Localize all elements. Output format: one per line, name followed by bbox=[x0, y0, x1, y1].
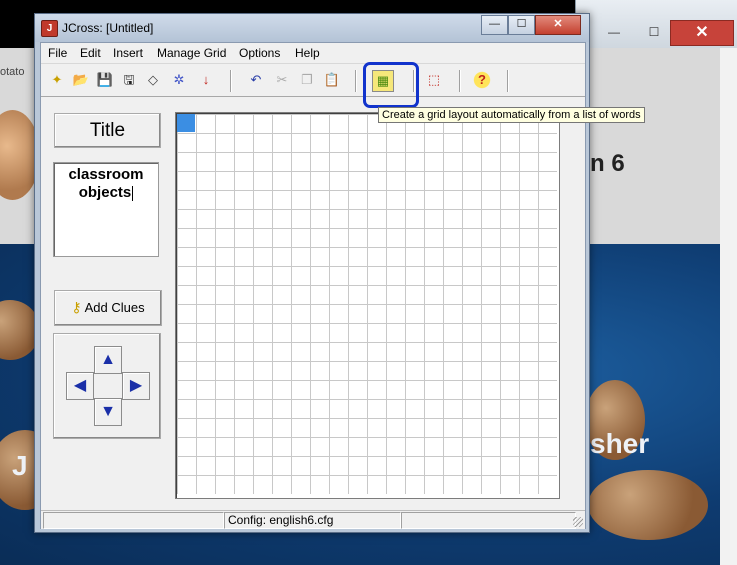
minimize-button[interactable]: — bbox=[481, 15, 508, 35]
hot-potatoes-icon[interactable]: ⬚ bbox=[424, 70, 444, 90]
background-right-edge bbox=[720, 48, 737, 565]
title-text-line: objects bbox=[54, 184, 158, 202]
title-text-line-2: objects bbox=[78, 184, 132, 201]
menu-manage-grid[interactable]: Manage Grid bbox=[157, 46, 226, 60]
background-faded-text: n 6 bbox=[590, 150, 625, 177]
add-clues-button[interactable]: ⚷ Add Clues bbox=[54, 290, 162, 326]
window-titlebar[interactable]: J JCross: [Untitled] — ☐ ✕ bbox=[35, 14, 589, 42]
outer-maximize-button[interactable]: ☐ bbox=[640, 22, 668, 42]
shift-right-button[interactable]: ▶ bbox=[122, 372, 150, 400]
status-bar: Config: english6.cfg bbox=[41, 510, 585, 529]
status-config: Config: english6.cfg bbox=[224, 512, 401, 529]
app-icon[interactable]: J bbox=[41, 20, 58, 37]
shift-down-button[interactable]: ▼ bbox=[94, 398, 122, 426]
potato-graphic bbox=[588, 470, 708, 540]
grid-cells[interactable] bbox=[177, 114, 557, 494]
auto-grid-icon[interactable]: ▦ bbox=[372, 70, 394, 92]
jcross-window: J JCross: [Untitled] — ☐ ✕ File Edit Ins… bbox=[34, 13, 590, 533]
title-textarea[interactable]: classroom objects bbox=[53, 162, 159, 257]
title-button[interactable]: Title bbox=[54, 113, 161, 148]
selected-grid-cell[interactable] bbox=[177, 114, 195, 132]
undo-icon[interactable]: ↶ bbox=[246, 70, 266, 90]
grid-shift-panel: ▲ ◀ ▶ ▼ bbox=[53, 333, 161, 439]
outer-minimize-button[interactable]: — bbox=[600, 22, 628, 42]
cut-icon[interactable]: ✂ bbox=[272, 70, 292, 90]
status-panel-empty bbox=[43, 512, 224, 529]
background-left-text: otato bbox=[0, 66, 25, 78]
key-icon: ⚷ bbox=[71, 299, 82, 315]
resize-grip[interactable] bbox=[573, 517, 583, 527]
title-text-line: classroom bbox=[68, 166, 144, 183]
new-icon[interactable]: ✦ bbox=[47, 70, 67, 90]
background-j-text: J bbox=[12, 450, 28, 481]
menu-insert[interactable]: Insert bbox=[113, 46, 143, 60]
close-button[interactable]: ✕ bbox=[535, 15, 581, 35]
shift-up-button[interactable]: ▲ bbox=[94, 346, 122, 374]
outer-close-button[interactable]: ✕ bbox=[670, 20, 734, 46]
text-caret bbox=[132, 185, 134, 201]
toolbar-separator bbox=[413, 70, 415, 92]
toolbar: ✦ 📂 💾 🖫 ◇ ✲ ↓ ↶ ✂ ❐ 📋 ▦ ⬚ ? bbox=[41, 62, 585, 108]
menu-options[interactable]: Options bbox=[239, 46, 280, 60]
export-arrow-icon[interactable]: ↓ bbox=[196, 70, 216, 90]
maximize-button[interactable]: ☐ bbox=[508, 15, 535, 35]
toolbar-separator bbox=[459, 70, 461, 92]
add-clues-label: Add Clues bbox=[84, 300, 145, 315]
status-panel-empty bbox=[401, 512, 576, 529]
menu-bar: File Edit Insert Manage Grid Options Hel… bbox=[41, 43, 585, 63]
toolbar-separator bbox=[230, 70, 232, 92]
shift-left-button[interactable]: ◀ bbox=[66, 372, 94, 400]
eraser-icon[interactable]: ◇ bbox=[143, 70, 163, 90]
save-icon[interactable]: 💾 bbox=[95, 70, 115, 90]
web-page-icon[interactable]: ✲ bbox=[169, 70, 189, 90]
help-icon[interactable]: ? bbox=[472, 70, 492, 90]
paste-icon[interactable]: 📋 bbox=[322, 70, 342, 90]
toolbar-separator bbox=[507, 70, 509, 92]
copy-icon[interactable]: ❐ bbox=[297, 70, 317, 90]
menu-help[interactable]: Help bbox=[295, 46, 320, 60]
window-title: JCross: [Untitled] bbox=[62, 21, 154, 35]
menu-file[interactable]: File bbox=[48, 46, 67, 60]
save-as-icon[interactable]: 🖫 bbox=[119, 70, 139, 90]
background-publisher-text: sher bbox=[590, 428, 650, 459]
menu-edit[interactable]: Edit bbox=[80, 46, 101, 60]
toolbar-tooltip: Create a grid layout automatically from … bbox=[378, 107, 645, 123]
toolbar-separator bbox=[355, 70, 357, 92]
crossword-grid[interactable] bbox=[175, 112, 560, 499]
open-icon[interactable]: 📂 bbox=[71, 70, 91, 90]
